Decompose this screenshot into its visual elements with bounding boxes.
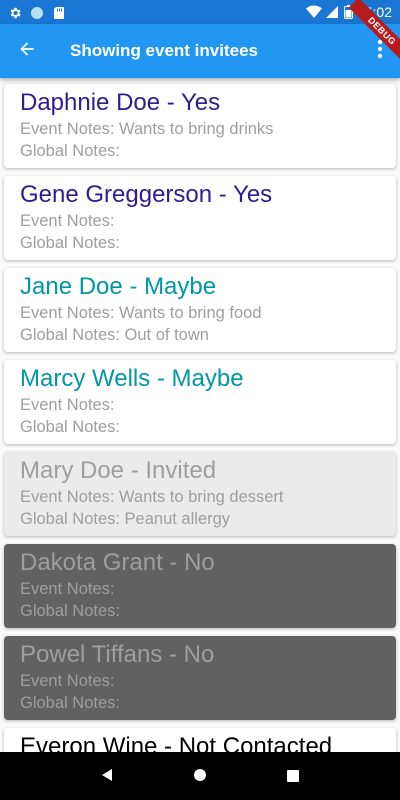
- invitee-name: Jane Doe - Maybe: [20, 273, 217, 300]
- recents-square-icon: [287, 767, 300, 786]
- event-notes: Event Notes:: [20, 212, 115, 230]
- event-notes: Event Notes: Wants to bring drinks: [20, 120, 274, 138]
- event-notes: Event Notes:: [20, 580, 115, 598]
- gear-icon: [8, 5, 22, 19]
- nav-home-button[interactable]: [190, 766, 210, 786]
- global-notes: Global Notes:: [20, 602, 120, 620]
- invitee-card[interactable]: Dakota Grant - No Event Notes: Global Note…: [4, 544, 396, 628]
- status-bar: 5:02: [0, 0, 400, 24]
- global-notes: Global Notes:: [20, 142, 120, 160]
- event-notes: Event Notes:: [20, 672, 115, 690]
- page-title: Showing event invitees: [70, 41, 258, 60]
- global-notes: Global Notes:: [20, 694, 120, 712]
- event-notes: Event Notes:: [20, 396, 115, 414]
- invitee-card[interactable]: Everon Wine - Not ContactedEvent Notes:G…: [4, 728, 396, 752]
- nav-recents-button[interactable]: [283, 766, 303, 786]
- nav-back-button[interactable]: [97, 766, 117, 786]
- global-notes: Global Notes:: [20, 418, 120, 436]
- back-triangle-icon: [101, 767, 113, 786]
- global-notes: Global Notes: Out of town: [20, 326, 209, 344]
- invitee-card[interactable]: Jane Doe - Maybe Event Notes: Wants to br…: [4, 268, 396, 352]
- invitee-list[interactable]: Daphnie Doe - Yes Event Notes: Wants to b…: [0, 78, 400, 752]
- event-notes: Event Notes: Wants to bring dessert: [20, 488, 284, 506]
- invitee-name: Powel Tiffans - No: [20, 641, 215, 668]
- invitee-card[interactable]: Powel Tiffans - No Event Notes: Global Not…: [4, 636, 396, 720]
- signal-icon: [325, 5, 339, 19]
- invitee-name: Daphnie Doe - Yes: [20, 89, 221, 116]
- event-notes: Event Notes: Wants to bring food: [20, 304, 262, 322]
- more-vert-icon: [377, 39, 383, 63]
- invitee-card[interactable]: Mary Doe - Invited Event Notes: Wants to …: [4, 452, 396, 536]
- invitee-name: Mary Doe - Invited: [20, 457, 217, 484]
- home-circle-icon: [193, 767, 207, 786]
- invitee-card[interactable]: Marcy Wells - Maybe Event Notes: Global No…: [4, 360, 396, 444]
- sd-card-icon: [52, 5, 66, 19]
- system-nav-bar: [0, 752, 400, 800]
- global-notes: Global Notes: Peanut allergy: [20, 510, 231, 528]
- wifi-icon: [305, 5, 322, 19]
- back-button[interactable]: [0, 24, 54, 78]
- status-left-icons: [8, 5, 66, 19]
- invitee-name: Gene Greggerson - Yes: [20, 181, 273, 208]
- invitee-name: Everon Wine - Not Contacted: [20, 733, 333, 752]
- app-bar: Showing event invitees: [0, 24, 400, 78]
- invitee-card[interactable]: Daphnie Doe - Yes Event Notes: Wants to b…: [4, 84, 396, 168]
- invitee-name: Dakota Grant - No: [20, 549, 215, 576]
- screen: 5:02 Showing event invitees DEBUG Daphni…: [0, 0, 400, 800]
- invitee-card[interactable]: Gene Greggerson - Yes Event Notes: Global …: [4, 176, 396, 260]
- invitee-name: Marcy Wells - Maybe: [20, 365, 244, 392]
- circle-icon: [30, 5, 44, 19]
- global-notes: Global Notes:: [20, 234, 120, 252]
- arrow-back-icon: [17, 39, 37, 63]
